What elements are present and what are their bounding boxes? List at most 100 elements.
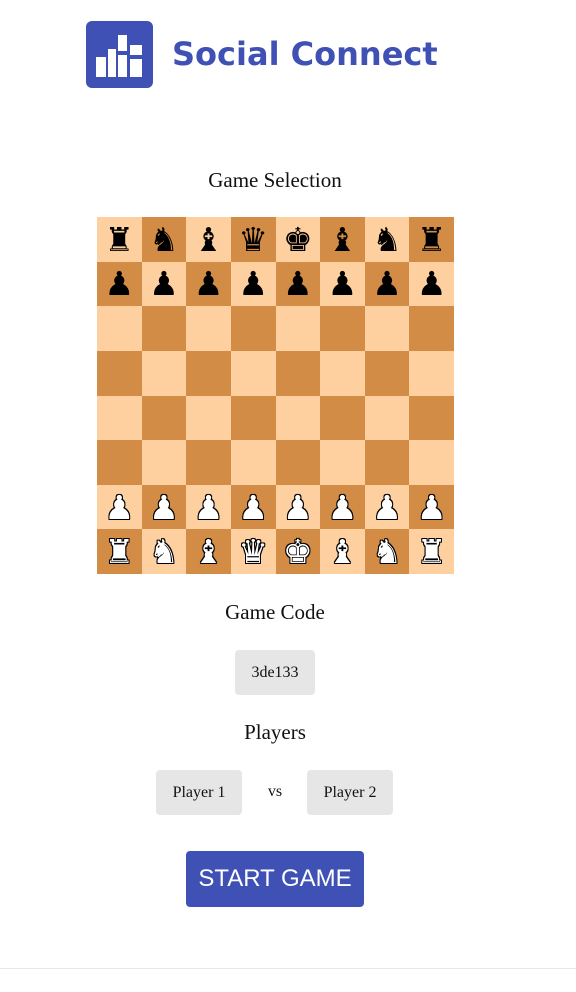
white-pawn-icon[interactable]: ♟ [238,491,268,524]
board-square[interactable] [320,350,365,396]
board-square[interactable] [97,440,142,485]
board-square[interactable] [230,306,276,351]
board-square[interactable]: ♜ [97,529,142,574]
black-king-icon[interactable]: ♚ [283,223,313,256]
board-square[interactable] [141,440,187,485]
board-square[interactable]: ♟ [364,484,410,530]
white-knight-icon[interactable]: ♞ [372,535,402,568]
board-square[interactable] [364,395,410,441]
board-square[interactable]: ♟ [97,484,142,530]
black-pawn-icon[interactable]: ♟ [417,267,447,300]
board-square[interactable]: ♝ [320,529,365,574]
board-square[interactable] [230,350,276,396]
board-square[interactable] [141,306,187,351]
player-1-chip[interactable]: Player 1 [156,770,242,815]
white-king-icon[interactable]: ♚ [283,535,313,568]
board-square[interactable]: ♞ [364,217,410,262]
board-square[interactable] [230,395,276,441]
board-square[interactable] [409,440,454,485]
board-square[interactable]: ♞ [141,529,187,574]
board-square[interactable]: ♟ [141,484,187,530]
white-pawn-icon[interactable]: ♟ [105,491,135,524]
board-square[interactable]: ♝ [320,217,365,262]
board-square[interactable] [364,350,410,396]
board-square[interactable]: ♟ [275,261,321,307]
board-square[interactable]: ♟ [409,261,454,307]
board-square[interactable]: ♚ [275,217,321,262]
board-square[interactable] [409,350,454,396]
board-square[interactable]: ♛ [230,217,276,262]
black-bishop-icon[interactable]: ♝ [194,223,224,256]
board-square[interactable] [186,306,231,351]
board-square[interactable] [409,395,454,441]
board-square[interactable]: ♝ [186,529,231,574]
board-square[interactable] [275,350,321,396]
board-square[interactable]: ♛ [230,529,276,574]
board-square[interactable] [320,440,365,485]
chess-board[interactable]: ♜ ♞ ♝ ♛ ♚ ♝ ♞ ♜ ♟ ♟ ♟ ♟ ♟ ♟ ♟ ♟ ♟ ♟ ♟ ♟ ♟ ♟ ♟ ♟ ♜ ♞ ♝ ♛ ♚ ♝ ♞ ♜ [97,217,454,574]
board-square[interactable] [141,350,187,396]
black-pawn-icon[interactable]: ♟ [328,267,358,300]
board-square[interactable]: ♟ [97,261,142,307]
black-pawn-icon[interactable]: ♟ [194,267,224,300]
white-pawn-icon[interactable]: ♟ [194,491,224,524]
white-pawn-icon[interactable]: ♟ [372,491,402,524]
black-pawn-icon[interactable]: ♟ [372,267,402,300]
white-bishop-icon[interactable]: ♝ [194,535,224,568]
board-square[interactable]: ♟ [141,261,187,307]
black-pawn-icon[interactable]: ♟ [149,267,179,300]
board-square[interactable]: ♞ [141,217,187,262]
board-square[interactable] [320,306,365,351]
white-pawn-icon[interactable]: ♟ [417,491,447,524]
board-square[interactable]: ♟ [230,484,276,530]
board-square[interactable]: ♜ [409,217,454,262]
white-pawn-icon[interactable]: ♟ [328,491,358,524]
board-square[interactable]: ♟ [186,484,231,530]
game-code-chip[interactable]: 3de133 [235,650,315,695]
black-rook-icon[interactable]: ♜ [417,223,447,256]
black-pawn-icon[interactable]: ♟ [283,267,313,300]
board-square[interactable]: ♚ [275,529,321,574]
black-pawn-icon[interactable]: ♟ [105,267,135,300]
board-square[interactable] [97,306,142,351]
white-queen-icon[interactable]: ♛ [238,535,268,568]
start-game-button[interactable]: START GAME [186,851,364,907]
board-square[interactable] [275,395,321,441]
board-square[interactable] [364,306,410,351]
board-square[interactable]: ♝ [186,217,231,262]
board-square[interactable] [186,350,231,396]
board-square[interactable] [97,350,142,396]
board-square[interactable]: ♟ [409,484,454,530]
white-rook-icon[interactable]: ♜ [417,535,447,568]
board-square[interactable] [364,440,410,485]
black-rook-icon[interactable]: ♜ [105,223,135,256]
board-square[interactable]: ♟ [320,484,365,530]
black-knight-icon[interactable]: ♞ [372,223,402,256]
black-knight-icon[interactable]: ♞ [149,223,179,256]
board-square[interactable] [275,440,321,485]
black-queen-icon[interactable]: ♛ [238,223,268,256]
board-square[interactable] [230,440,276,485]
black-bishop-icon[interactable]: ♝ [328,223,358,256]
board-square[interactable] [409,306,454,351]
white-rook-icon[interactable]: ♜ [105,535,135,568]
board-square[interactable] [275,306,321,351]
board-square[interactable]: ♞ [364,529,410,574]
board-square[interactable] [186,440,231,485]
board-square[interactable]: ♟ [275,484,321,530]
board-square[interactable]: ♟ [364,261,410,307]
board-square[interactable] [141,395,187,441]
board-square[interactable] [97,395,142,441]
black-pawn-icon[interactable]: ♟ [238,267,268,300]
board-square[interactable] [186,395,231,441]
board-square[interactable]: ♜ [409,529,454,574]
board-square[interactable]: ♟ [230,261,276,307]
board-square[interactable]: ♟ [186,261,231,307]
board-square[interactable]: ♟ [320,261,365,307]
white-bishop-icon[interactable]: ♝ [328,535,358,568]
board-square[interactable]: ♜ [97,217,142,262]
white-knight-icon[interactable]: ♞ [149,535,179,568]
white-pawn-icon[interactable]: ♟ [283,491,313,524]
white-pawn-icon[interactable]: ♟ [149,491,179,524]
board-square[interactable] [320,395,365,441]
